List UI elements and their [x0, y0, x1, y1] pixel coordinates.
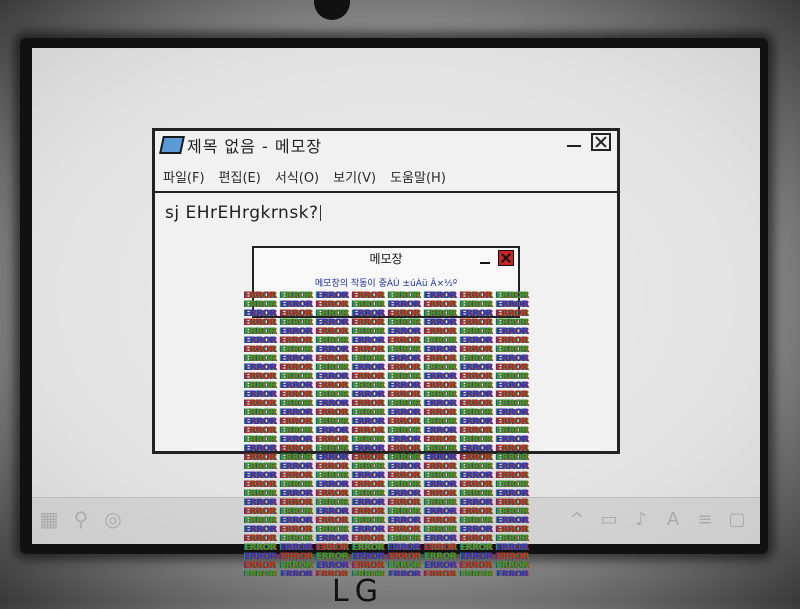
error-row: ERROR ERROR ERROR ERROR ERROR ERROR ERROR ERROR: [244, 459, 540, 472]
notepad-titlebar[interactable]: 제목 없음 - 메모장: [155, 131, 617, 159]
error-row: ERROR ERROR ERROR ERROR ERROR ERROR ERROR ERROR: [244, 522, 540, 535]
error-row: ERROR ERROR ERROR ERROR ERROR ERROR ERROR ERROR: [244, 450, 540, 463]
start-grid-icon[interactable]: ▦: [38, 507, 60, 531]
menu-item-file[interactable]: 파일(F): [163, 167, 205, 189]
error-row: ERROR ERROR ERROR ERROR ERROR ERROR ERROR ERROR: [244, 486, 540, 499]
error-row: ERROR ERROR ERROR ERROR ERROR ERROR ERROR ERROR: [244, 423, 540, 436]
chevron-up-icon[interactable]: ^: [566, 508, 588, 530]
error-text: ERROR: [388, 570, 421, 577]
error-row: ERROR ERROR ERROR ERROR ERROR ERROR ERROR ERROR: [244, 396, 540, 409]
menu-divider: [155, 191, 617, 193]
editor-content: sj EHrEHrgkrnsk?: [165, 203, 319, 223]
error-row: ERROR ERROR ERROR ERROR ERROR ERROR ERROR ERROR: [244, 540, 540, 553]
error-text: ERROR: [424, 570, 457, 577]
system-tray: ^ ▭ ♪ A ≡ ▢: [566, 508, 748, 530]
search-icon[interactable]: ⚲: [70, 507, 92, 531]
error-row: ERROR ERROR ERROR ERROR ERROR ERROR ERROR ERROR: [244, 297, 540, 310]
window-controls: [567, 133, 611, 151]
error-row: ERROR ERROR ERROR ERROR ERROR ERROR ERROR ERROR: [244, 288, 540, 301]
taskbar-left: ▦ ⚲ ◎: [38, 507, 124, 531]
error-row: ERROR ERROR ERROR ERROR ERROR ERROR ERROR ERROR: [244, 549, 540, 562]
chat-icon[interactable]: ▭: [598, 508, 620, 530]
menu-item-view[interactable]: 보기(V): [333, 167, 376, 189]
error-row: ERROR ERROR ERROR ERROR ERROR ERROR ERROR ERROR: [244, 387, 540, 400]
text-editor[interactable]: sj EHrEHrgkrnsk?: [165, 203, 321, 223]
error-row: ERROR ERROR ERROR ERROR ERROR ERROR ERROR ERROR: [244, 324, 540, 337]
menu-item-edit[interactable]: 편집(E): [219, 167, 261, 189]
error-row: ERROR ERROR ERROR ERROR ERROR ERROR ERROR ERROR: [244, 306, 540, 319]
notepad-icon: [159, 136, 185, 154]
error-row: ERROR ERROR ERROR ERROR ERROR ERROR ERROR ERROR: [244, 531, 540, 544]
error-glitch-overlay: ERROR ERROR ERROR ERROR ERROR ERROR ERROR ERROR…: [244, 288, 540, 577]
webcam: [314, 0, 350, 20]
window-title: 제목 없음 - 메모장: [187, 137, 323, 156]
dialog-title: 메모장: [369, 252, 403, 266]
error-row: ERROR ERROR ERROR ERROR ERROR ERROR ERROR ERROR: [244, 369, 540, 382]
error-row: ERROR ERROR ERROR ERROR ERROR ERROR ERROR ERROR: [244, 360, 540, 373]
close-button[interactable]: [591, 133, 611, 151]
error-row: ERROR ERROR ERROR ERROR ERROR ERROR ERROR ERROR: [244, 414, 540, 427]
error-row: ERROR ERROR ERROR ERROR ERROR ERROR ERROR ERROR: [244, 558, 540, 571]
error-row: ERROR ERROR ERROR ERROR ERROR ERROR ERROR ERROR: [244, 495, 540, 508]
error-row: ERROR ERROR ERROR ERROR ERROR ERROR ERROR ERROR: [244, 441, 540, 454]
error-row: ERROR ERROR ERROR ERROR ERROR ERROR ERROR ERROR: [244, 567, 540, 577]
task-view-icon[interactable]: ◎: [102, 507, 124, 531]
error-row: ERROR ERROR ERROR ERROR ERROR ERROR ERROR ERROR: [244, 333, 540, 346]
menu-item-help[interactable]: 도움말(H): [390, 167, 446, 189]
error-row: ERROR ERROR ERROR ERROR ERROR ERROR ERROR ERROR: [244, 477, 540, 490]
error-row: ERROR ERROR ERROR ERROR ERROR ERROR ERROR ERROR: [244, 315, 540, 328]
menu-bar: 파일(F) 편집(E) 서식(O) 보기(V) 도움말(H): [155, 167, 617, 189]
error-row: ERROR ERROR ERROR ERROR ERROR ERROR ERROR ERROR: [244, 513, 540, 526]
error-row: ERROR ERROR ERROR ERROR ERROR ERROR ERROR ERROR: [244, 432, 540, 445]
error-row: ERROR ERROR ERROR ERROR ERROR ERROR ERROR ERROR: [244, 351, 540, 364]
error-row: ERROR ERROR ERROR ERROR ERROR ERROR ERROR ERROR: [244, 378, 540, 391]
error-row: ERROR ERROR ERROR ERROR ERROR ERROR ERROR ERROR: [244, 342, 540, 355]
error-text: ERROR: [496, 570, 529, 577]
clock-icon[interactable]: ≡: [694, 508, 716, 530]
error-row: ERROR ERROR ERROR ERROR ERROR ERROR ERROR ERROR: [244, 468, 540, 481]
ime-icon[interactable]: A: [662, 508, 684, 530]
menu-item-format[interactable]: 서식(O): [275, 167, 319, 189]
dialog-minimize-button[interactable]: [480, 254, 490, 264]
brand-logo: LG: [332, 574, 384, 609]
minimize-button[interactable]: [567, 135, 581, 149]
notification-icon[interactable]: ▢: [726, 508, 748, 530]
error-row: ERROR ERROR ERROR ERROR ERROR ERROR ERROR ERROR: [244, 504, 540, 517]
dialog-close-button[interactable]: [498, 250, 514, 266]
error-row: ERROR ERROR ERROR ERROR ERROR ERROR ERROR ERROR: [244, 405, 540, 418]
error-text: ERROR: [280, 570, 313, 577]
error-text: ERROR: [460, 570, 493, 577]
text-caret: [319, 205, 321, 221]
speaker-icon[interactable]: ♪: [630, 508, 652, 530]
error-text: ERROR: [244, 570, 277, 577]
